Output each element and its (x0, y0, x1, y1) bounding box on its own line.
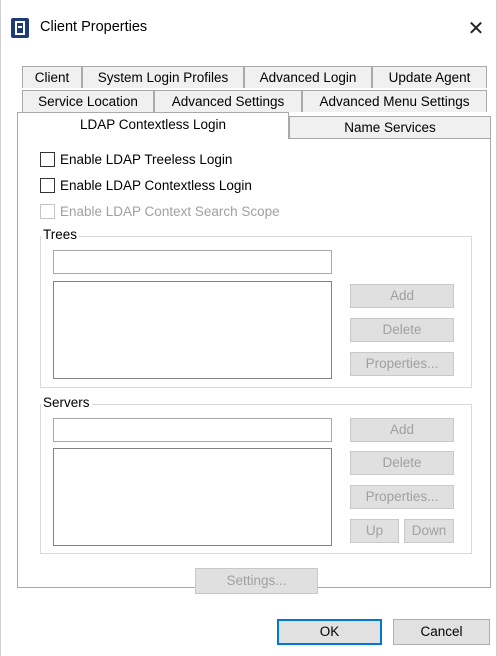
treeless-login-label: Enable LDAP Treeless Login (60, 151, 233, 167)
tab-advanced-menu-settings[interactable]: Advanced Menu Settings (302, 90, 487, 112)
tab-client[interactable]: Client (22, 66, 82, 88)
trees-delete-button[interactable]: Delete (350, 318, 454, 342)
tab-advanced-login[interactable]: Advanced Login (244, 66, 372, 88)
context-search-scope-checkbox[interactable]: Enable LDAP Context Search Scope (40, 202, 280, 220)
context-search-scope-label: Enable LDAP Context Search Scope (60, 203, 280, 219)
server-name-input[interactable] (53, 418, 332, 442)
tab-name-services[interactable]: Name Services (289, 116, 491, 138)
active-tab-join (18, 137, 288, 139)
contextless-login-checkbox[interactable]: Enable LDAP Contextless Login (40, 176, 252, 194)
contextless-login-label: Enable LDAP Contextless Login (60, 177, 252, 193)
checkbox-box[interactable] (40, 203, 55, 219)
servers-list[interactable] (53, 448, 332, 546)
treeless-login-checkbox[interactable]: Enable LDAP Treeless Login (40, 150, 232, 168)
trees-add-button[interactable]: Add (350, 284, 454, 308)
trees-group-label: Trees (41, 227, 80, 242)
servers-up-button[interactable]: Up (350, 519, 399, 543)
servers-add-button[interactable]: Add (350, 418, 454, 442)
servers-properties-button[interactable]: Properties... (350, 485, 454, 509)
close-button[interactable]: ✕ (462, 14, 490, 42)
checkbox-box[interactable] (40, 151, 55, 167)
tab-update-agent[interactable]: Update Agent (372, 66, 487, 88)
novell-client-icon (11, 18, 29, 38)
trees-properties-button[interactable]: Properties... (350, 352, 454, 376)
trees-list[interactable] (53, 281, 332, 379)
servers-down-button[interactable]: Down (404, 519, 454, 543)
tab-advanced-settings[interactable]: Advanced Settings (154, 90, 302, 112)
tree-name-input[interactable] (53, 250, 332, 274)
servers-group-label: Servers (41, 395, 92, 410)
checkbox-box[interactable] (40, 177, 55, 193)
ok-button[interactable]: OK (277, 619, 382, 645)
cancel-button[interactable]: Cancel (393, 619, 490, 645)
settings-button[interactable]: Settings... (195, 568, 318, 594)
tab-service-location[interactable]: Service Location (22, 90, 154, 112)
tab-system-login-profiles[interactable]: System Login Profiles (82, 66, 244, 88)
title-bar: Client Properties ✕ (0, 0, 497, 56)
window-title: Client Properties (40, 19, 148, 35)
servers-delete-button[interactable]: Delete (350, 451, 454, 475)
tab-ldap-contextless-login[interactable]: LDAP Contextless Login (17, 112, 289, 139)
